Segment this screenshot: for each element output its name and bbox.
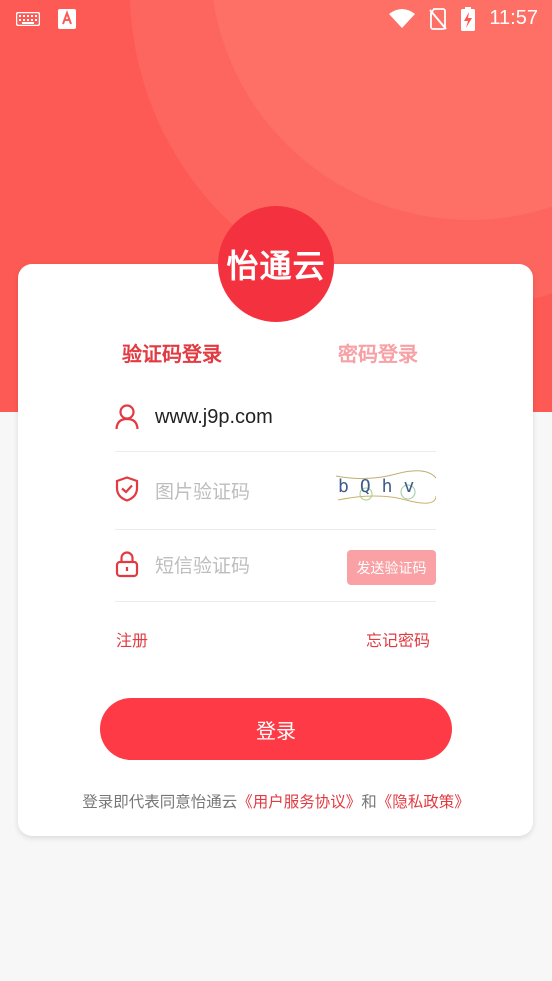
sms-code-field[interactable]: 短信验证码 发送验证码	[115, 530, 436, 602]
register-link[interactable]: 注册	[116, 627, 148, 651]
username-field[interactable]: www.j9p.com	[115, 390, 436, 452]
tab-sms-login[interactable]: 验证码登录	[122, 338, 222, 367]
no-sim-icon	[429, 7, 448, 30]
status-bar: 11:57	[0, 0, 552, 37]
tab-password-login[interactable]: 密码登录	[338, 338, 418, 367]
terms-link[interactable]: 《用户服务协议》	[237, 793, 361, 811]
forgot-password-link[interactable]: 忘记密码	[366, 627, 430, 651]
lock-icon	[115, 550, 139, 582]
captcha-text: bQhv	[338, 476, 425, 497]
login-button[interactable]: 登录	[100, 698, 452, 760]
agreement-text: 登录即代表同意怡通云《用户服务协议》和《隐私政策》	[0, 790, 552, 812]
agreement-and: 和	[361, 793, 377, 811]
privacy-link[interactable]: 《隐私政策》	[377, 793, 470, 811]
app-logo: 怡通云	[218, 206, 334, 322]
image-code-placeholder: 图片验证码	[155, 481, 251, 503]
agreement-prefix: 登录即代表同意怡通云	[82, 793, 238, 811]
shield-check-icon	[115, 476, 139, 506]
keyboard-icon	[16, 11, 40, 26]
wifi-icon	[389, 8, 416, 29]
status-time: 11:57	[489, 7, 538, 29]
send-code-button[interactable]: 发送验证码	[347, 550, 436, 585]
app-a-icon	[58, 8, 76, 29]
captcha-image[interactable]: bQhv	[336, 470, 436, 506]
user-icon	[115, 404, 139, 434]
sms-code-placeholder: 短信验证码	[155, 555, 251, 577]
battery-charging-icon	[461, 6, 476, 31]
username-value: www.j9p.com	[155, 406, 273, 428]
image-code-field[interactable]: 图片验证码 bQhv	[115, 452, 436, 530]
